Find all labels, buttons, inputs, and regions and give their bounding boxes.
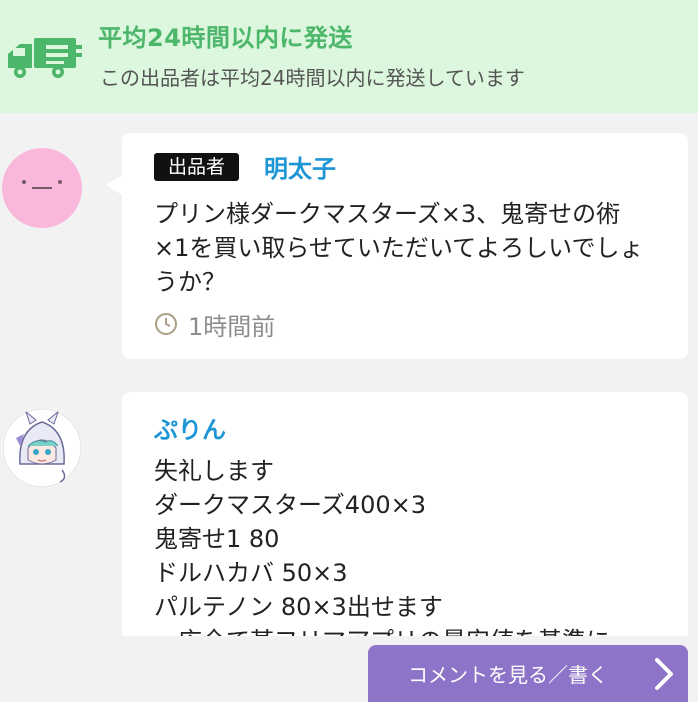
comment-author-link[interactable]: ぷりん <box>154 410 226 445</box>
banner-subtitle: この出品者は平均24時間以内に発送しています <box>100 66 525 90</box>
shipping-banner: 平均24時間以内に発送 この出品者は平均24時間以内に発送しています <box>0 0 698 113</box>
view-write-comments-button[interactable]: コメントを見る／書く <box>368 645 688 702</box>
truck-icon <box>8 38 82 78</box>
comment-line: 失礼します <box>154 457 274 485</box>
chevron-right-icon <box>655 658 673 690</box>
comment-text: 失礼します ダークマスターズ400×3 鬼寄せ1 80 ドルハカバ 50×3 パ… <box>154 454 664 642</box>
banner-title: 平均24時間以内に発送 <box>98 24 353 52</box>
comment-button-label: コメントを見る／書く <box>408 663 608 687</box>
comment-timestamp: 1時間前 <box>154 307 275 341</box>
seller-avatar[interactable] <box>2 148 82 228</box>
anime-character-avatar-icon <box>2 408 82 488</box>
comment-line: 鬼寄せ1 80 <box>154 525 280 553</box>
comment-time: 1時間前 <box>188 312 276 341</box>
comment-bubble: 出品者 明太子 プリン様ダークマスターズ×3、鬼寄せの術×1を買い取らせていただ… <box>106 133 688 359</box>
clock-icon <box>155 313 177 335</box>
smiley-face-icon <box>22 180 62 189</box>
comment-author-link[interactable]: 明太子 <box>264 149 336 184</box>
comment-line: ドルハカバ 50×3 <box>154 559 348 587</box>
comment-bubble: ぷりん 失礼します ダークマスターズ400×3 鬼寄せ1 80 ドルハカバ 50… <box>122 392 688 642</box>
comment-line: パルテノン 80×3出せます <box>154 593 443 621</box>
comment-line: ダークマスターズ400×3 <box>154 491 426 519</box>
buyer-avatar[interactable] <box>2 408 82 488</box>
comment-text: プリン様ダークマスターズ×3、鬼寄せの術×1を買い取らせていただいてよろしいでし… <box>154 200 644 296</box>
seller-badge: 出品者 <box>154 153 240 181</box>
